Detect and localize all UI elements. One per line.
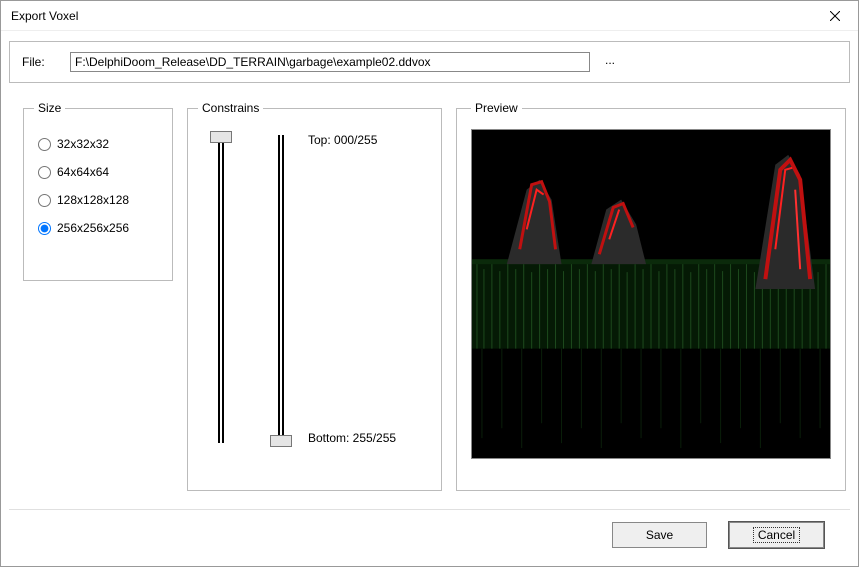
bottom-slider[interactable] bbox=[266, 129, 296, 449]
slider-thumb[interactable] bbox=[270, 435, 292, 447]
size-option-128[interactable]: 128x128x128 bbox=[38, 193, 162, 207]
slider-track bbox=[278, 135, 284, 443]
bottom-value-label: Bottom: 255/255 bbox=[308, 431, 396, 445]
export-voxel-dialog: Export Voxel File: ... Size 32x32x32 64x… bbox=[0, 0, 859, 567]
constrains-group: Constrains Top: 000/255 Bottom: 255/255 bbox=[187, 101, 442, 491]
close-icon bbox=[830, 11, 840, 21]
button-row: Save Cancel bbox=[9, 509, 850, 566]
preview-group: Preview bbox=[456, 101, 846, 491]
size-radio-32[interactable] bbox=[38, 138, 51, 151]
size-radio-128[interactable] bbox=[38, 194, 51, 207]
preview-canvas bbox=[471, 129, 831, 459]
save-button[interactable]: Save bbox=[612, 522, 707, 548]
titlebar: Export Voxel bbox=[1, 1, 858, 31]
content-area: Size 32x32x32 64x64x64 128x128x128 256x2… bbox=[1, 83, 858, 509]
file-label: File: bbox=[22, 55, 62, 69]
close-button[interactable] bbox=[820, 4, 850, 28]
top-value-label: Top: 000/255 bbox=[308, 133, 396, 147]
size-option-32[interactable]: 32x32x32 bbox=[38, 137, 162, 151]
size-label-64: 64x64x64 bbox=[57, 165, 109, 179]
size-radio-256[interactable] bbox=[38, 222, 51, 235]
size-option-256[interactable]: 256x256x256 bbox=[38, 221, 162, 235]
size-label-256: 256x256x256 bbox=[57, 221, 129, 235]
terrain-preview-icon bbox=[472, 130, 830, 458]
browse-button[interactable]: ... bbox=[598, 52, 622, 72]
size-group: Size 32x32x32 64x64x64 128x128x128 256x2… bbox=[23, 101, 173, 281]
size-label-32: 32x32x32 bbox=[57, 137, 109, 151]
size-option-64[interactable]: 64x64x64 bbox=[38, 165, 162, 179]
top-slider[interactable] bbox=[206, 129, 236, 449]
size-label-128: 128x128x128 bbox=[57, 193, 129, 207]
cancel-button[interactable]: Cancel bbox=[729, 522, 824, 548]
window-title: Export Voxel bbox=[11, 9, 78, 23]
slider-thumb[interactable] bbox=[210, 131, 232, 143]
file-row: File: ... bbox=[9, 41, 850, 83]
size-radio-64[interactable] bbox=[38, 166, 51, 179]
constrains-legend: Constrains bbox=[198, 101, 263, 115]
preview-legend: Preview bbox=[471, 101, 522, 115]
size-legend: Size bbox=[34, 101, 65, 115]
file-path-input[interactable] bbox=[70, 52, 590, 72]
slider-track bbox=[218, 135, 224, 443]
